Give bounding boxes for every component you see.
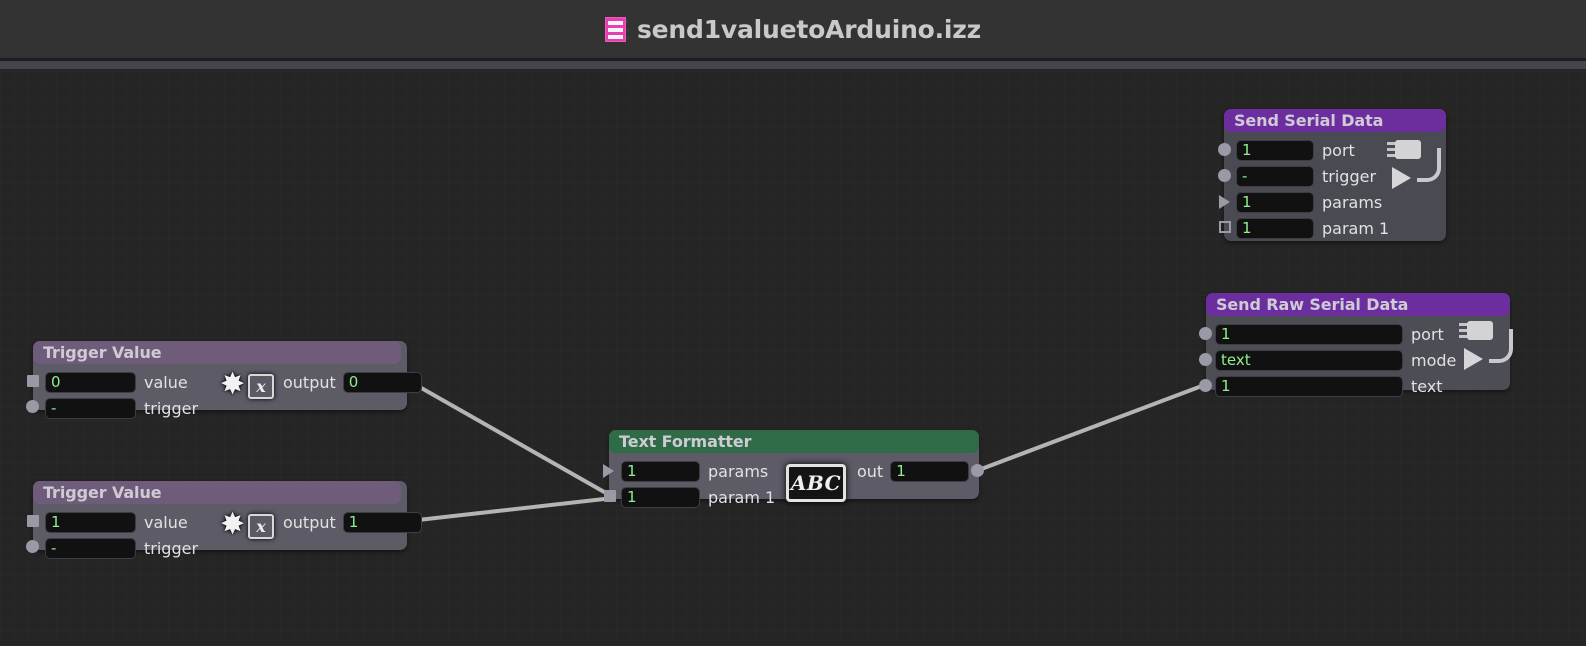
node-title: Trigger Value xyxy=(43,343,162,362)
node-header[interactable]: Text Formatter xyxy=(609,430,979,453)
label-trigger: trigger xyxy=(1322,166,1377,186)
title-group: send1valuetoArduino.izz xyxy=(604,14,982,44)
node-trigger-value-2[interactable]: Trigger Value 1 value - trigger ✸ x outp… xyxy=(26,481,422,559)
label-mode: mode xyxy=(1411,350,1457,370)
isadora-patch-window: send1valuetoArduino.izz Trigger Value 0 … xyxy=(0,0,1586,646)
row-value: 1 value xyxy=(33,509,407,535)
node-send-raw-serial-data[interactable]: Send Raw Serial Data 1 port text mode 1 … xyxy=(1199,293,1513,397)
field-value[interactable]: 1 xyxy=(45,511,136,533)
window-title-bar: send1valuetoArduino.izz xyxy=(0,0,1586,58)
row-param1: 1 param 1 xyxy=(1224,215,1446,241)
label-trigger: trigger xyxy=(144,538,199,558)
node-title: Send Serial Data xyxy=(1234,111,1384,130)
node-header[interactable]: Send Serial Data xyxy=(1224,109,1446,132)
row-params: 1 params xyxy=(609,458,979,484)
wire-trigger2-to-textformatter xyxy=(408,496,614,523)
field-trigger[interactable]: - xyxy=(45,397,136,419)
label-port: port xyxy=(1322,140,1355,160)
node-send-serial-data[interactable]: Send Serial Data 1 port - trigger 1 para… xyxy=(1218,109,1446,241)
node-title: Send Raw Serial Data xyxy=(1216,295,1409,314)
label-param1: param 1 xyxy=(1322,218,1390,238)
label-value: value xyxy=(144,372,188,392)
label-params: params xyxy=(1322,192,1383,212)
row-trigger: - trigger xyxy=(33,395,407,421)
row-port: 1 port xyxy=(1206,321,1510,347)
row-trigger: - trigger xyxy=(1224,163,1446,189)
field-port[interactable]: 1 xyxy=(1215,323,1403,345)
node-header[interactable]: Trigger Value xyxy=(33,341,401,364)
field-port[interactable]: 1 xyxy=(1236,139,1314,161)
row-params: 1 params xyxy=(1224,189,1446,215)
window-title: send1valuetoArduino.izz xyxy=(636,14,982,44)
row-text: 1 text xyxy=(1206,373,1510,399)
field-param1[interactable]: 1 xyxy=(621,486,700,508)
patch-canvas[interactable]: Trigger Value 0 value - trigger ✸ x outp… xyxy=(0,69,1586,646)
node-trigger-value-1[interactable]: Trigger Value 0 value - trigger ✸ x outp… xyxy=(26,341,422,419)
row-value: 0 value xyxy=(33,369,407,395)
row-param1: 1 param 1 xyxy=(609,484,979,510)
node-header[interactable]: Send Raw Serial Data xyxy=(1206,293,1510,316)
label-params: params xyxy=(708,461,769,481)
field-text[interactable]: 1 xyxy=(1215,375,1403,397)
field-params[interactable]: 1 xyxy=(621,460,700,482)
field-mode[interactable]: text xyxy=(1215,349,1403,371)
node-text-formatter[interactable]: Text Formatter 1 params 1 param 1 ABC ou… xyxy=(603,430,984,508)
row-port: 1 port xyxy=(1224,137,1446,163)
wire-trigger1-to-textformatter xyxy=(408,379,614,499)
node-header[interactable]: Trigger Value xyxy=(33,481,401,504)
node-title: Trigger Value xyxy=(43,483,162,502)
label-trigger: trigger xyxy=(144,398,199,418)
label-param1: param 1 xyxy=(708,487,776,507)
row-trigger: - trigger xyxy=(33,535,407,561)
node-title: Text Formatter xyxy=(619,432,752,451)
label-value: value xyxy=(144,512,188,532)
field-value[interactable]: 0 xyxy=(45,371,136,393)
field-params[interactable]: 1 xyxy=(1236,191,1314,213)
field-param1[interactable]: 1 xyxy=(1236,217,1314,239)
document-sheet-icon xyxy=(604,16,629,42)
toolbar-band xyxy=(0,61,1586,69)
label-port: port xyxy=(1411,324,1444,344)
label-text: text xyxy=(1411,376,1443,396)
row-mode: text mode xyxy=(1206,347,1510,373)
wire-textformatter-to-sendraw xyxy=(975,382,1208,473)
field-trigger[interactable]: - xyxy=(1236,165,1314,187)
field-trigger[interactable]: - xyxy=(45,537,136,559)
